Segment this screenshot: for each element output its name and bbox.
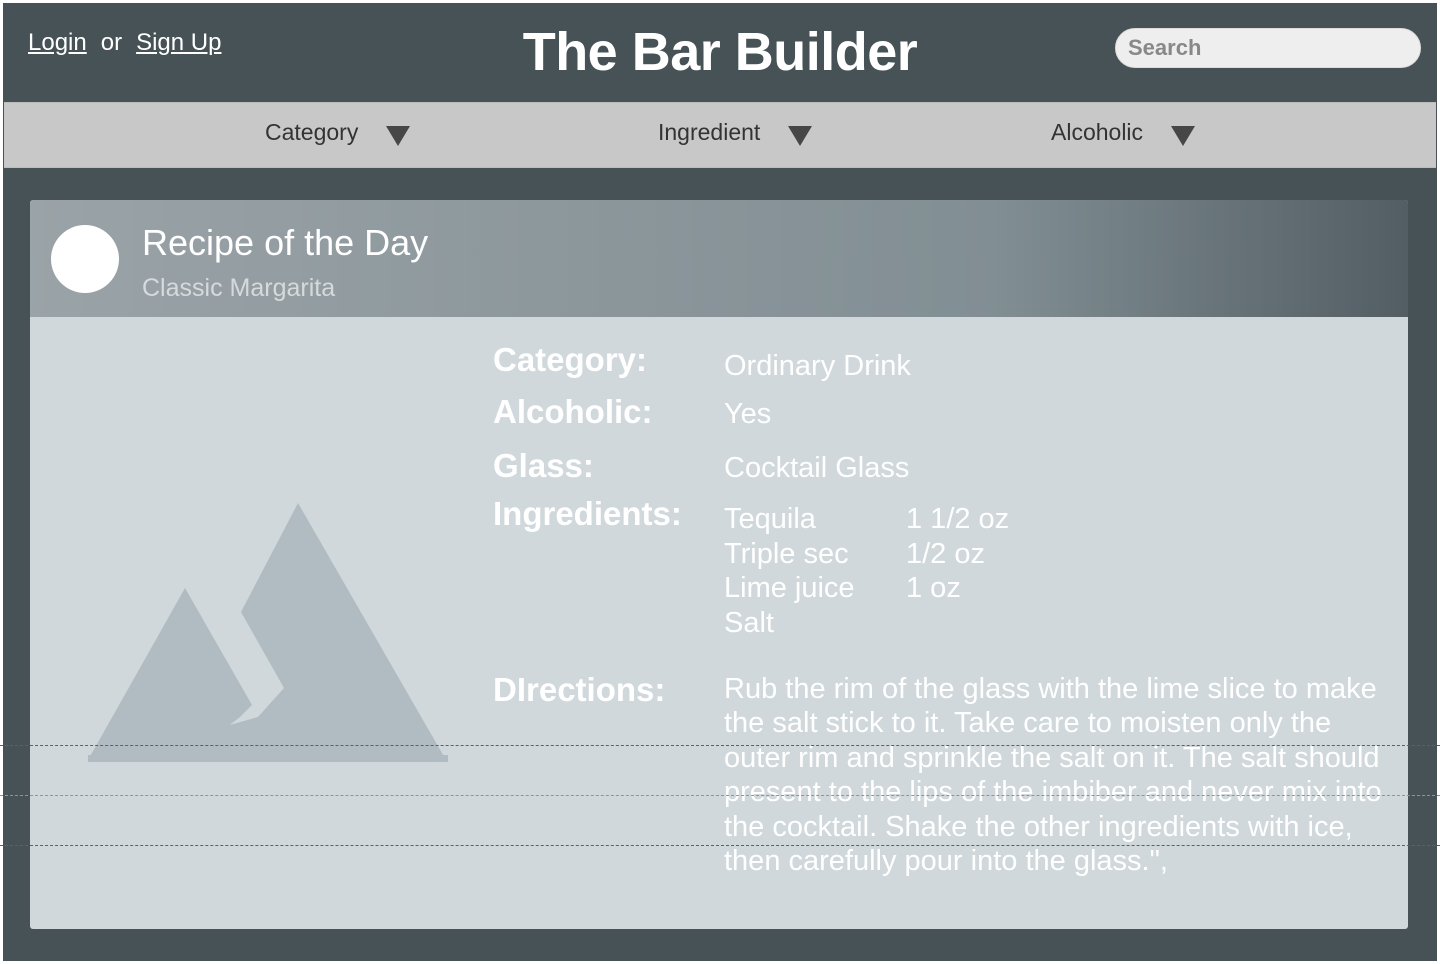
chevron-down-icon [1171, 126, 1196, 146]
ingredient-filter-label: Ingredient [658, 119, 761, 145]
alcoholic-label: Alcoholic: [493, 393, 653, 430]
ingredient-row: Triple sec 1/2 oz [724, 537, 1009, 572]
directions-label: DIrections: [493, 671, 666, 708]
ingredient-row: Tequila 1 1/2 oz [724, 502, 1009, 537]
glass-value: Cocktail Glass [724, 452, 910, 484]
ingredient-name: Tequila [724, 503, 816, 535]
ingredient-amount: 1/2 oz [906, 537, 985, 570]
image-placeholder-icon [88, 503, 448, 762]
app-frame: LoginorSign Up The Bar Builder Category … [3, 3, 1437, 961]
alcoholic-filter-dropdown[interactable]: Alcoholic [1051, 119, 1196, 146]
ingredient-row: Lime juice 1 oz [724, 571, 1009, 606]
category-value: Ordinary Drink [724, 350, 911, 382]
filter-bar: Category Ingredient Alcoholic [4, 102, 1436, 168]
guide-line [0, 795, 1440, 796]
chevron-down-icon [788, 126, 813, 146]
avatar [51, 225, 119, 293]
alcoholic-value: Yes [724, 398, 772, 430]
ingredient-row: Salt [724, 606, 1009, 641]
ingredient-name: Triple sec [724, 537, 849, 570]
directions-text: Rub the rim of the glass with the lime s… [724, 673, 1382, 878]
category-filter-label: Category [265, 119, 359, 145]
chevron-down-icon [386, 126, 411, 146]
ingredient-amount: 1 oz [906, 572, 961, 604]
ingredient-name: Lime juice [724, 572, 855, 604]
category-label: Category: [493, 341, 648, 378]
category-filter-dropdown[interactable]: Category [265, 119, 411, 146]
ingredients-list: Tequila 1 1/2 oz Triple sec 1/2 oz Lime … [724, 502, 1009, 640]
ingredient-filter-dropdown[interactable]: Ingredient [658, 119, 813, 146]
alcoholic-filter-label: Alcoholic [1051, 119, 1144, 145]
glass-label: Glass: [493, 447, 594, 484]
ingredient-name: Salt [724, 606, 774, 639]
recipe-of-the-day-card: Recipe of the Day Classic Margarita Cate… [30, 200, 1408, 929]
guide-line [0, 745, 1440, 746]
search-input[interactable] [1115, 28, 1421, 68]
card-title: Recipe of the Day [142, 222, 429, 263]
recipe-name: Classic Margarita [142, 274, 336, 302]
card-header: Recipe of the Day Classic Margarita [30, 200, 1408, 317]
guide-line [0, 845, 1440, 846]
ingredient-amount: 1 1/2 oz [906, 503, 1010, 535]
ingredients-label: Ingredients: [493, 495, 682, 532]
